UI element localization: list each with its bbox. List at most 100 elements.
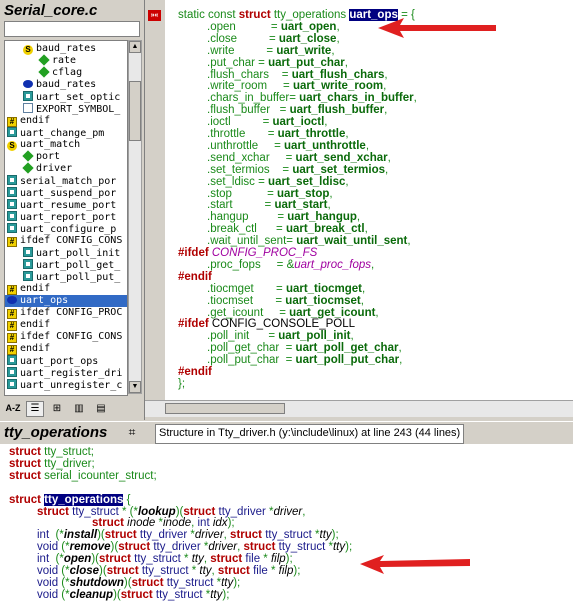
code-token: .set_termios = <box>207 164 293 176</box>
code-editor[interactable]: »« static const struct tty_operations ua… <box>145 0 573 400</box>
symbol-label: endif <box>20 283 51 294</box>
code-token: tty_struct <box>265 529 312 541</box>
collapse-toggle-icon[interactable]: »« <box>148 10 161 21</box>
function-icon <box>7 379 17 389</box>
code-line: struct tty_struct; <box>9 446 94 458</box>
code-token: .write = <box>207 45 277 57</box>
code-token: struct <box>9 470 41 482</box>
code-line: struct tty_driver; <box>9 458 95 470</box>
code-token: install <box>63 529 98 541</box>
symbol-list-item[interactable]: uart_change_pm <box>5 127 127 139</box>
symbol-list-item[interactable]: uart_poll_put_ <box>5 271 127 283</box>
symbol-list-item[interactable]: uart_ops <box>5 295 127 307</box>
code-token: #ifdef <box>178 318 209 330</box>
function-icon <box>7 211 17 221</box>
code-token: * <box>311 529 320 541</box>
code-token: (* <box>49 553 64 565</box>
symbol-list-item[interactable]: port <box>5 150 127 163</box>
file-title: Serial_core.c <box>4 2 98 19</box>
editor-horizontal-scrollbar[interactable] <box>145 400 573 417</box>
symbol-list-item[interactable]: driver <box>5 162 127 175</box>
scroll-up-icon[interactable]: ▲ <box>129 41 141 53</box>
symbol-list-item[interactable]: rate <box>5 54 127 67</box>
symbol-list-item[interactable]: uart_port_ops <box>5 355 127 367</box>
context-symbol-name: tty_operations <box>4 424 108 441</box>
code-token: tty_struct; <box>40 446 94 458</box>
code-token: tty <box>199 565 212 577</box>
symbol-list-item[interactable]: uart_resume_port <box>5 199 127 211</box>
symbol-list-item[interactable]: uart_set_optic <box>5 91 127 103</box>
preprocessor-icon: # <box>7 237 17 247</box>
code-token: cleanup <box>69 589 114 601</box>
sort-az-icon[interactable]: A-Z <box>4 400 22 416</box>
member-icon <box>22 150 34 162</box>
symbol-panel: Serial_core.c Sbaud_rates rate cflag baud_r… <box>0 0 145 420</box>
code-token: .tiocmget = <box>207 283 286 295</box>
code-line: .chars_in_buffer= uart_chars_in_buffer, <box>207 92 417 104</box>
code-token: tty_driver; <box>40 458 95 470</box>
code-token: .hangup = <box>207 211 288 223</box>
code-line: .start = uart_start, <box>207 199 331 211</box>
code-line: .put_char = uart_put_char, <box>207 57 348 69</box>
symbol-list-item[interactable]: # endif <box>5 319 127 331</box>
symbol-list-item[interactable]: # ifdef CONFIG_PROC <box>5 307 127 319</box>
code-token: uart_break_ctl <box>285 223 365 235</box>
structure-icon[interactable]: ⌗ <box>122 425 142 441</box>
member-icon <box>22 162 34 174</box>
symbol-list-item[interactable]: uart_poll_get_ <box>5 259 127 271</box>
code-token: , <box>336 33 340 45</box>
symbol-label: baud_rates <box>36 43 97 54</box>
properties-icon[interactable]: ▤ <box>92 401 110 417</box>
code-token: filp <box>278 565 294 577</box>
code-token: .set_ldisc = <box>207 176 269 188</box>
code-line: #endif <box>178 271 212 283</box>
code-token: struct <box>120 589 153 601</box>
symbol-list-item[interactable]: # endif <box>5 343 127 355</box>
code-token: .close = <box>207 33 279 45</box>
scroll-thumb[interactable] <box>165 403 285 414</box>
symbol-list-scrollbar[interactable]: ▲ ▼ <box>128 40 142 394</box>
red-arrow-icon <box>378 18 496 38</box>
code-token: uart_poll_put_char <box>295 354 400 366</box>
context-window[interactable]: struct tty_struct; struct tty_driver; stru… <box>0 444 573 611</box>
symbol-list-item[interactable]: uart_register_dri <box>5 367 127 379</box>
list-view-icon[interactable]: ☰ <box>26 401 44 417</box>
code-token: * <box>180 553 192 565</box>
symbol-label: uart_resume_port <box>20 200 117 211</box>
symbol-label: ifdef CONFIG_CONS <box>20 235 123 246</box>
code-token: void <box>37 589 59 601</box>
symbol-list-item[interactable]: uart_configure_p <box>5 223 127 235</box>
code-token: , <box>360 295 364 307</box>
symbol-list-item[interactable]: uart_report_port <box>5 211 127 223</box>
symbol-list-item[interactable]: serial_match_por <box>5 175 127 187</box>
code-token: , <box>413 92 417 104</box>
code-line: .poll_get_char = uart_poll_get_char, <box>207 342 402 354</box>
code-line: .write_room = uart_write_room, <box>207 80 386 92</box>
symbol-list-item[interactable]: Suart_match <box>5 139 127 151</box>
preprocessor-icon: # <box>7 285 17 295</box>
symbol-list-item[interactable]: uart_unregister_c <box>5 379 127 391</box>
symbol-list-item[interactable]: uart_poll_init <box>5 247 127 259</box>
symbol-list-item[interactable]: EXPORT_SYMBOL_ <box>5 103 127 115</box>
code-line: .set_ldisc = uart_set_ldisc, <box>207 176 349 188</box>
code-token: )( <box>91 553 100 565</box>
symbol-search-input[interactable] <box>4 21 140 37</box>
code-token: uart_send_xchar <box>295 152 388 164</box>
scroll-thumb[interactable] <box>129 81 141 141</box>
tree-view-icon[interactable]: ⊞ <box>48 401 66 417</box>
symbol-list-item[interactable]: # endif <box>5 115 127 127</box>
symbol-list-item[interactable]: uart_suspend_por <box>5 187 127 199</box>
code-token: #ifdef <box>178 247 209 259</box>
code-token: , <box>302 506 306 518</box>
symbol-list-item[interactable]: # endif <box>5 283 127 295</box>
symbol-list-item[interactable]: cflag <box>5 66 127 79</box>
symbol-list-item[interactable]: # ifdef CONFIG_CONS <box>5 331 127 343</box>
function-icon <box>23 91 33 101</box>
symbol-list-item[interactable]: # ifdef CONFIG_CONS <box>5 235 127 247</box>
code-token: }; <box>178 378 186 390</box>
symbol-list-item[interactable]: Sbaud_rates <box>5 43 127 55</box>
symbol-list-item[interactable]: baud_rates <box>5 79 127 91</box>
scroll-down-icon[interactable]: ▼ <box>129 381 141 393</box>
symbol-list[interactable]: Sbaud_rates rate cflag baud_rates uart_set_o… <box>4 40 128 396</box>
book-icon[interactable]: ▥ <box>70 401 88 417</box>
